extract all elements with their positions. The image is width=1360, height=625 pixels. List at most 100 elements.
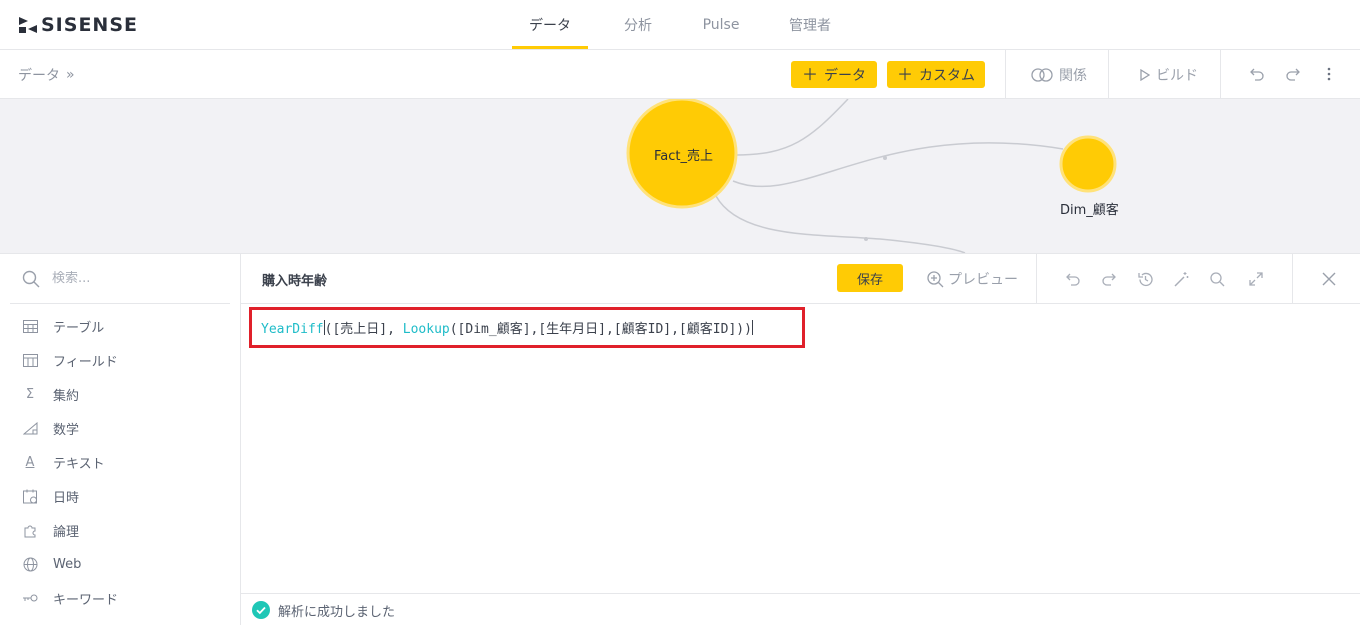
search-icon: [1209, 271, 1224, 286]
category-keyword[interactable]: キーワード: [0, 581, 240, 615]
category-list: テーブル フィールド Σ 集約 数学 A テキスト 日時 論理 Web キーワー…: [0, 309, 240, 615]
model-canvas[interactable]: Fact_売上 Dim_顧客: [0, 99, 1360, 253]
undo-icon: [1250, 68, 1264, 81]
editor-divider: [1292, 254, 1293, 304]
zoom-in-icon: [927, 270, 944, 287]
redo-icon: [1286, 68, 1300, 81]
function-sidebar: テーブル フィールド Σ 集約 数学 A テキスト 日時: [0, 253, 241, 625]
category-logic[interactable]: 論理: [0, 513, 240, 547]
undo-button[interactable]: [1247, 64, 1267, 84]
formula-args-2: ([Dim_顧客],[生年月日],[顧客ID],[顧客ID])): [449, 322, 752, 337]
field-icon: [22, 352, 38, 368]
check-circle-icon: [252, 601, 270, 619]
tab-pulse[interactable]: Pulse: [688, 0, 754, 50]
category-text[interactable]: A テキスト: [0, 445, 240, 479]
search-icon: [22, 270, 40, 288]
category-label: 論理: [53, 524, 80, 540]
status-message: 解析に成功しました: [278, 604, 396, 620]
formula-args-1: ([売上日],: [324, 322, 403, 337]
tab-data[interactable]: データ: [512, 0, 588, 50]
tab-analytics[interactable]: 分析: [588, 0, 688, 50]
editor-redo-button[interactable]: [1099, 269, 1119, 289]
undo-icon: [1066, 273, 1080, 286]
fact-sales-label: Fact_売上: [654, 149, 713, 164]
sigma-icon: Σ: [25, 386, 35, 402]
tab-admin[interactable]: 管理者: [754, 0, 866, 50]
history-icon: [1137, 272, 1153, 286]
redo-icon: [1102, 273, 1116, 286]
category-label: 集約: [53, 388, 80, 404]
formula-function-lookup: Lookup: [402, 322, 450, 337]
editor-header: 購入時年齢 保存 プレビュー: [241, 254, 1360, 304]
category-label: キーワード: [53, 592, 119, 608]
math-icon: [22, 420, 38, 436]
category-math[interactable]: 数学: [0, 411, 240, 445]
toolbar-divider: [1108, 50, 1109, 99]
globe-icon: [22, 556, 38, 572]
more-options-button[interactable]: [1319, 64, 1339, 84]
breadcrumb-chevron-icon: »: [66, 67, 75, 83]
preview-button[interactable]: プレビュー: [927, 269, 1018, 289]
search-input[interactable]: [52, 271, 212, 286]
text-icon: A: [25, 454, 35, 470]
calendar-icon: [22, 488, 38, 504]
toolbar-divider: [1220, 50, 1221, 99]
formula-function-yeardiff: YearDiff: [261, 322, 324, 337]
expand-button[interactable]: [1246, 269, 1266, 289]
add-data-label: データ: [824, 67, 866, 84]
editor-divider: [1036, 254, 1037, 304]
expand-icon: [1249, 272, 1263, 286]
relations-icon: [1031, 68, 1053, 82]
breadcrumb-item-data[interactable]: データ: [18, 65, 60, 85]
text-cursor: [751, 320, 753, 335]
magic-wand-icon: [1174, 272, 1189, 287]
sisense-logo-icon: [19, 17, 37, 33]
search-formula-button[interactable]: [1207, 269, 1227, 289]
format-button[interactable]: [1171, 269, 1191, 289]
formula-text[interactable]: YearDiff([売上日], Lookup([Dim_顧客],[生年月日],[…: [261, 318, 753, 337]
category-datetime[interactable]: 日時: [0, 479, 240, 513]
history-button[interactable]: [1135, 269, 1155, 289]
category-field[interactable]: フィールド: [0, 343, 240, 377]
add-custom-button[interactable]: ＋ カスタム: [887, 61, 985, 88]
plus-icon: ＋: [896, 64, 913, 84]
category-label: テーブル: [53, 320, 105, 336]
plus-icon: ＋: [801, 64, 818, 84]
relation-lines: [626, 99, 1117, 253]
toolbar-divider: [1005, 50, 1006, 99]
redo-button[interactable]: [1283, 64, 1303, 84]
build-button[interactable]: ビルド: [1140, 65, 1198, 85]
category-table[interactable]: テーブル: [0, 309, 240, 343]
category-aggregation[interactable]: Σ 集約: [0, 377, 240, 411]
puzzle-icon: [22, 522, 38, 538]
add-custom-label: カスタム: [919, 67, 975, 84]
formula-editor: 購入時年齢 保存 プレビュー YearDiff([売上日], Lookup([D…: [241, 253, 1360, 625]
category-label: フィールド: [53, 354, 118, 370]
model-toolbar: データ » ＋ データ ＋ カスタム 関係 ビルド: [0, 50, 1360, 99]
close-icon: [1322, 272, 1336, 286]
save-button[interactable]: 保存: [837, 264, 903, 292]
status-bar: 解析に成功しました: [241, 593, 1360, 625]
build-label: ビルド: [1156, 68, 1198, 84]
top-bar: SISENSE データ 分析 Pulse 管理者: [0, 0, 1360, 50]
sisense-logo[interactable]: SISENSE: [18, 14, 138, 36]
dim-customer-label: Dim_顧客: [1060, 203, 1119, 218]
category-label: 日時: [53, 490, 80, 506]
category-label: テキスト: [53, 456, 105, 472]
add-data-button[interactable]: ＋ データ: [791, 61, 877, 88]
category-web[interactable]: Web: [0, 547, 240, 581]
logo-text: SISENSE: [41, 14, 138, 36]
table-icon: [22, 318, 38, 334]
category-label: 数学: [53, 422, 80, 438]
relations-button[interactable]: 関係: [1031, 65, 1087, 85]
relations-label: 関係: [1059, 68, 1087, 84]
preview-label: プレビュー: [948, 272, 1018, 288]
breadcrumb: データ »: [18, 65, 75, 85]
category-label: Web: [53, 556, 82, 572]
field-title: 購入時年齢: [262, 274, 328, 289]
more-vertical-icon: [1327, 67, 1331, 81]
dim-customer-node[interactable]: [1059, 135, 1117, 193]
close-button[interactable]: [1319, 269, 1339, 289]
editor-undo-button[interactable]: [1063, 269, 1083, 289]
key-icon: [22, 590, 38, 606]
